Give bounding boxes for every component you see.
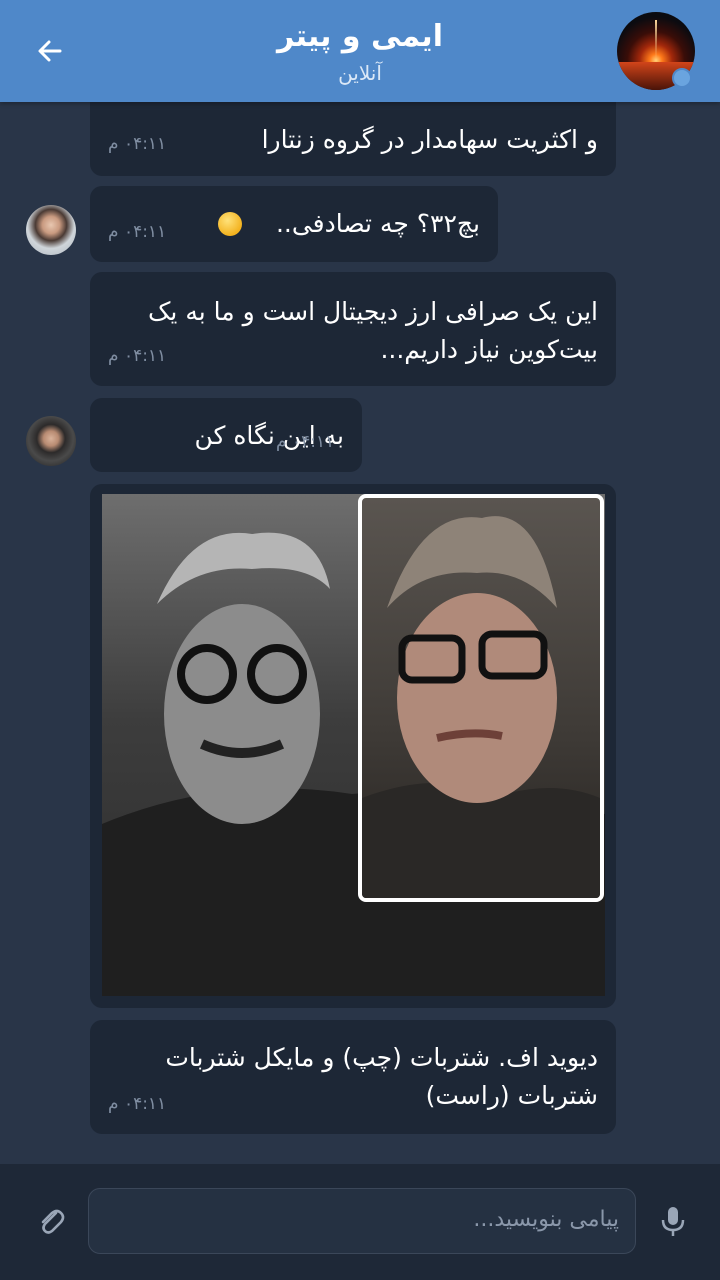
message-bubble[interactable]: بچ۳۲؟ چه تصادفی.. ۰۴:۱۱ م bbox=[90, 186, 498, 262]
chat-status: آنلاین bbox=[338, 61, 382, 85]
message-text-line: شتربات (راست) bbox=[425, 1081, 598, 1110]
message-text-line: بیت‌کوین نیاز داریم... bbox=[380, 335, 598, 364]
message-bubble[interactable]: این یک صرافی ارز دیجیتال است و ما به یک … bbox=[90, 272, 616, 386]
message-time: ۰۴:۱۱ م bbox=[108, 1094, 167, 1114]
message-time: ۰۴:۱۱ م bbox=[108, 346, 167, 366]
microphone-icon[interactable] bbox=[658, 1204, 688, 1238]
message-time: ۰۴:۱۱ م bbox=[276, 432, 335, 452]
message-text-line: دیوید اف. شتربات (چپ) و مایکل شتربات bbox=[165, 1043, 598, 1072]
message-time: ۰۴:۱۱ م bbox=[108, 134, 167, 154]
sender-avatar[interactable] bbox=[26, 416, 76, 466]
message-text: و اکثریت سهامدار در گروه زنتارا bbox=[261, 125, 598, 154]
chat-title[interactable]: ایمی و پیتر bbox=[0, 18, 720, 56]
message-text: بچ۳۲؟ چه تصادفی.. bbox=[275, 209, 480, 238]
chat-header: ایمی و پیتر آنلاین bbox=[0, 0, 720, 102]
message-input[interactable]: پیامی بنویسید... bbox=[88, 1188, 636, 1254]
input-placeholder: پیامی بنویسید... bbox=[473, 1207, 619, 1232]
smiling-face-emoji bbox=[218, 212, 242, 236]
photo-portrait-right[interactable] bbox=[358, 494, 604, 902]
message-bubble[interactable]: و اکثریت سهامدار در گروه زنتارا ۰۴:۱۱ م bbox=[90, 90, 616, 176]
sender-avatar[interactable] bbox=[26, 205, 76, 255]
message-bubble[interactable]: به این نگاه کن ۰۴:۱۱ م bbox=[90, 398, 362, 472]
online-indicator bbox=[672, 68, 692, 88]
message-time: ۰۴:۱۱ م bbox=[108, 222, 167, 242]
attach-icon[interactable] bbox=[34, 1204, 68, 1238]
message-bubble[interactable]: دیوید اف. شتربات (چپ) و مایکل شتربات شتر… bbox=[90, 1020, 616, 1134]
message-text-line: این یک صرافی ارز دیجیتال است و ما به یک bbox=[148, 297, 598, 326]
portrait-illustration-right bbox=[362, 516, 600, 898]
